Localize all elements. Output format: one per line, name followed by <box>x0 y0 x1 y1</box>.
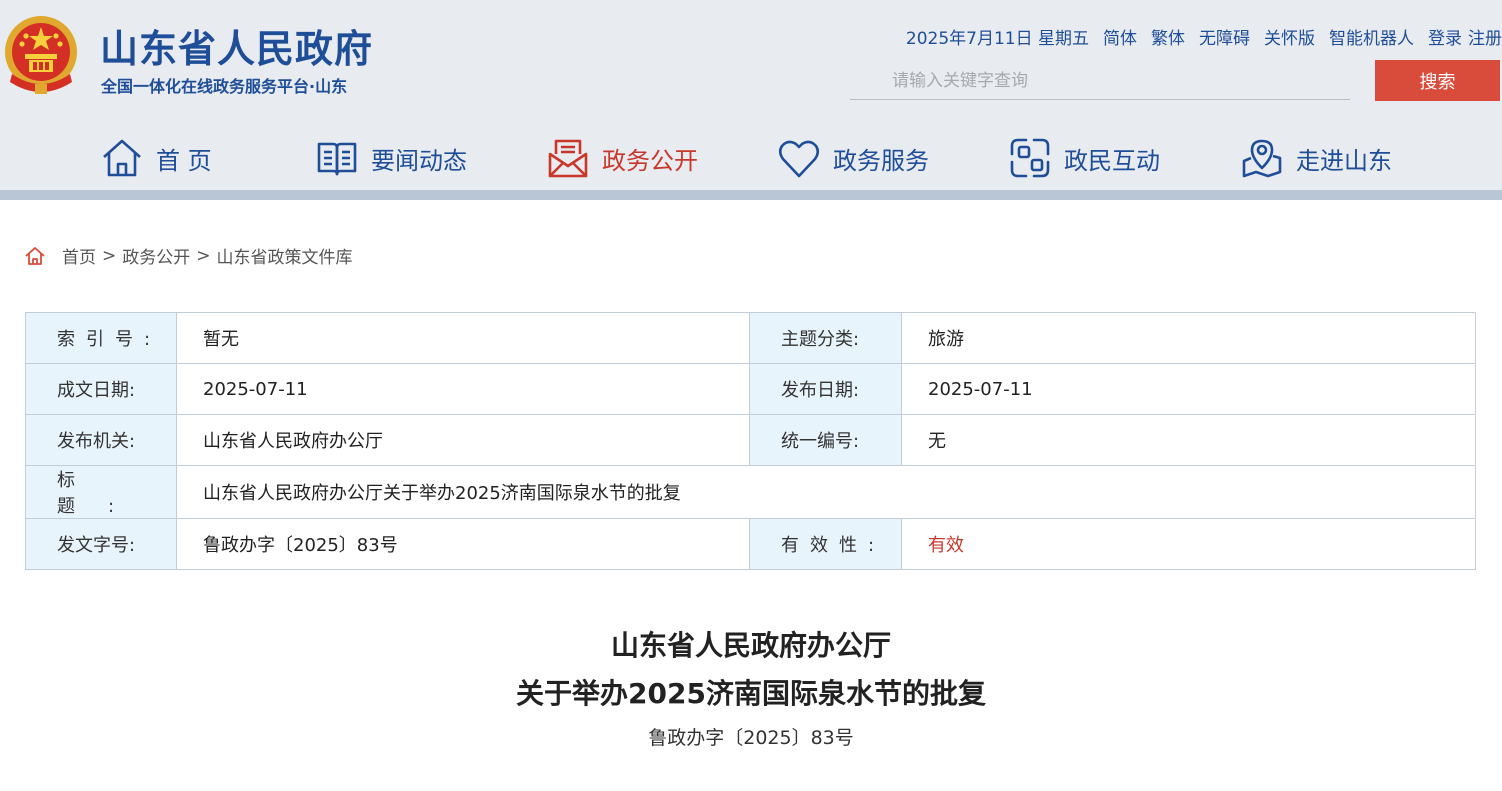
written-date-value: 2025-07-11 <box>176 363 750 415</box>
title-label: 标题: <box>25 465 177 519</box>
title-value: 山东省人民政府办公厅关于举办2025济南国际泉水节的批复 <box>176 465 1476 519</box>
site-header: 山东省人民政府 全国一体化在线政务服务平台·山东 2025年7月11日 星期五 … <box>0 0 1502 190</box>
home-icon <box>103 139 141 177</box>
document-title-line1: 山东省人民政府办公厅 <box>610 629 891 662</box>
top-links: 2025年7月11日 星期五 简体 繁体 无障碍 关怀版 智能机器人 登录 注册 <box>905 24 1502 49</box>
search-input[interactable] <box>850 62 1350 100</box>
doc-no-value: 鲁政办字〔2025〕83号 <box>176 518 750 570</box>
document-meta-table: 索引号: 暂无 主题分类: 旅游 成文日期: 2025-07-11 发布日期: … <box>25 312 1476 570</box>
index-no-label: 索引号: <box>25 312 177 364</box>
publish-date-label: 发布日期: <box>749 363 902 415</box>
nav-gov-affairs-label: 政务公开 <box>602 146 698 175</box>
map-pin-icon <box>1242 139 1282 178</box>
heart-icon <box>778 140 820 178</box>
nav-interaction[interactable]: 政民互动 <box>1008 128 1160 188</box>
site-title[interactable]: 山东省人民政府 <box>100 18 373 73</box>
nav-news-label: 要闻动态 <box>371 146 467 175</box>
nav-interaction-label: 政民互动 <box>1064 146 1160 175</box>
meta-row: 成文日期: 2025-07-11 发布日期: 2025-07-11 <box>25 363 1476 415</box>
interaction-icon <box>1010 138 1050 178</box>
breadcrumb-gov-affairs[interactable]: 政务公开 <box>122 243 190 268</box>
validity-label: 有效性: <box>749 518 902 570</box>
current-date: 2025年7月11日 星期五 <box>905 29 1089 49</box>
breadcrumb: 首页 > 政务公开 > 山东省政策文件库 <box>24 243 353 268</box>
search-button[interactable]: 搜索 <box>1375 60 1500 101</box>
meta-row: 发文字号: 鲁政办字〔2025〕83号 有效性: 有效 <box>25 518 1476 570</box>
meta-row: 发布机关: 山东省人民政府办公厅 统一编号: 无 <box>25 414 1476 466</box>
link-traditional[interactable]: 繁体 <box>1151 24 1185 49</box>
link-simplified[interactable]: 简体 <box>1103 24 1137 49</box>
meta-row: 标题: 山东省人民政府办公厅关于举办2025济南国际泉水节的批复 <box>25 465 1476 519</box>
link-accessibility[interactable]: 无障碍 <box>1199 24 1250 49</box>
auth-links: 登录 注册 <box>1428 24 1502 49</box>
issuer-value: 山东省人民政府办公厅 <box>176 414 750 466</box>
nav-news[interactable]: 要闻动态 <box>315 128 467 188</box>
serial-value: 无 <box>901 414 1476 466</box>
topic-value: 旅游 <box>901 312 1476 364</box>
link-care-version[interactable]: 关怀版 <box>1264 24 1315 49</box>
nav-gov-affairs[interactable]: 政务公开 <box>546 128 698 188</box>
nav-home[interactable]: 首 页 <box>100 128 212 188</box>
nav-gov-services[interactable]: 政务服务 <box>777 128 929 188</box>
link-smart-robot[interactable]: 智能机器人 <box>1329 24 1414 49</box>
breadcrumb-policy-library[interactable]: 山东省政策文件库 <box>217 243 353 268</box>
issuer-label: 发布机关: <box>25 414 177 466</box>
breadcrumb-home[interactable]: 首页 <box>62 243 96 268</box>
topic-label: 主题分类: <box>749 312 902 364</box>
meta-row: 索引号: 暂无 主题分类: 旅游 <box>25 312 1476 364</box>
login-link[interactable]: 登录 <box>1428 24 1462 49</box>
main-nav: 首 页 要闻动态 政务公开 政务服务 政民互动 走进山东 <box>0 128 1502 188</box>
nav-explore-shandong-label: 走进山东 <box>1296 146 1392 175</box>
register-link[interactable]: 注册 <box>1468 24 1502 49</box>
book-icon <box>317 142 357 176</box>
doc-no-label: 发文字号: <box>25 518 177 570</box>
header-divider <box>0 190 1502 200</box>
breadcrumb-separator: > <box>196 245 211 266</box>
index-no-value: 暂无 <box>176 312 750 364</box>
document-number: 鲁政办字〔2025〕83号 <box>648 727 854 749</box>
site-subtitle: 全国一体化在线政务服务平台·山东 <box>101 77 348 96</box>
written-date-label: 成文日期: <box>25 363 177 415</box>
nav-gov-services-label: 政务服务 <box>833 146 929 175</box>
nav-home-label: 首 页 <box>156 146 212 175</box>
serial-label: 统一编号: <box>749 414 902 466</box>
publish-date-value: 2025-07-11 <box>901 363 1476 415</box>
validity-value: 有效 <box>901 518 1476 570</box>
nav-explore-shandong[interactable]: 走进山东 <box>1240 128 1392 188</box>
national-emblem-icon <box>5 16 77 94</box>
breadcrumb-separator: > <box>102 245 117 266</box>
document-title-line2: 关于举办2025济南国际泉水节的批复 <box>516 677 986 710</box>
inbox-mail-icon <box>548 139 588 178</box>
home-icon <box>25 246 45 265</box>
